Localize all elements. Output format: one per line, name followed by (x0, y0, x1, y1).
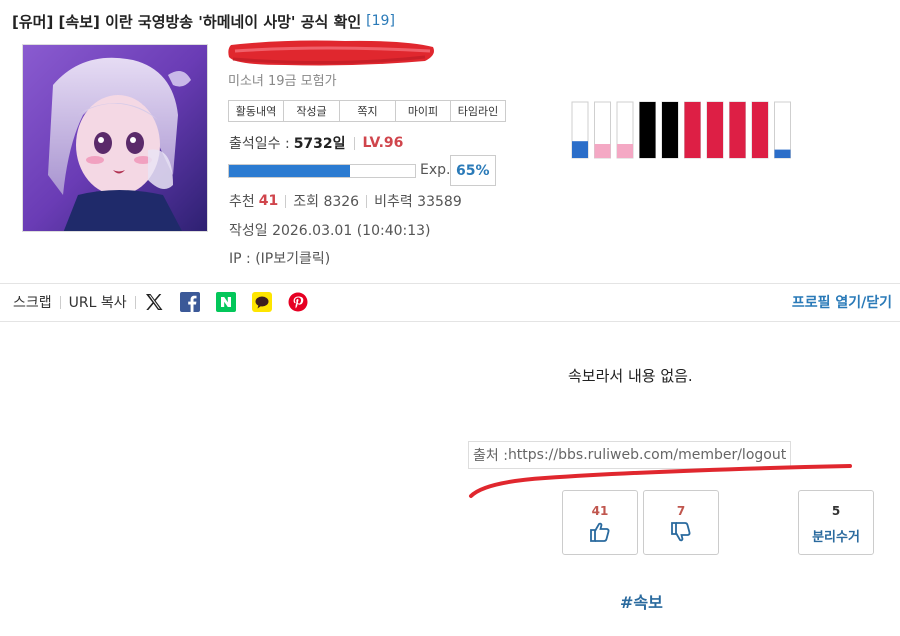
timeline-button[interactable]: 타임라인 (450, 100, 506, 122)
scrap-button[interactable]: 스크랩 (13, 292, 52, 312)
attendance-label: 출석일수 : (229, 136, 290, 152)
post-date: 작성일 2026.03.01 (10:40:13) (229, 223, 431, 239)
color-bar-fill (684, 102, 701, 158)
separate-count: 5 (831, 504, 841, 518)
ip-view-link[interactable]: IP : (IP보기클릭) (229, 248, 330, 268)
posts-button[interactable]: 작성글 (283, 100, 340, 122)
x-icon[interactable] (144, 292, 164, 312)
attendance-line: 출석일수 : 5732일 LV.96 (229, 133, 403, 153)
exp-label: Exp. (420, 162, 451, 178)
member-level: 미소녀 19금 모험가 (228, 74, 337, 89)
color-bar-fill (639, 102, 656, 158)
divider (285, 194, 287, 208)
hashtag-link[interactable]: #속보 (620, 589, 663, 613)
divider-line (0, 321, 900, 322)
separate-label: 분리수거 (812, 530, 860, 545)
message-button[interactable]: 쪽지 (339, 100, 396, 122)
color-bar-fill (662, 102, 678, 158)
thumbs-down-icon (670, 522, 692, 546)
exp-percent: 65% (450, 155, 496, 186)
color-bars-graphic (571, 101, 791, 159)
recommend-label: 추천 (229, 194, 255, 210)
profile-toggle-link[interactable]: 프로필 열기/닫기 (792, 292, 892, 312)
post-stats: 추천 41 조회 8326 비추력 33589 (229, 191, 462, 211)
divider (366, 194, 368, 208)
view-count: 조회 8326 (293, 194, 360, 210)
divider (353, 136, 355, 150)
nonrecommend-button[interactable]: 7 (643, 490, 719, 555)
exp-progress-bar (228, 164, 416, 178)
exp-progress-fill (229, 165, 350, 177)
nonrecommend-vote-count: 7 (676, 504, 686, 518)
comment-count[interactable]: [19] (366, 13, 395, 29)
color-bar-fill (572, 141, 588, 158)
post-title-bar: [유머] [속보] 이란 국영방송 '하메네이 사망' 공식 확인 [19] (12, 9, 395, 33)
recommend-count: 41 (258, 193, 279, 209)
separate-collection-button[interactable]: 5 분리수거 (798, 490, 874, 555)
share-row: 스크랩 URL 복사 (13, 290, 324, 314)
thumbs-up-icon (589, 522, 611, 546)
mypi-button[interactable]: 마이피 (395, 100, 451, 122)
profile-button-row: 활동내역 작성글 쪽지 마이피 타임라인 (228, 100, 506, 122)
recommend-vote-count: 41 (591, 504, 609, 518)
divider (134, 295, 136, 309)
nickname-redaction-scribble (228, 40, 434, 66)
attendance-days: 5732일 (293, 136, 346, 152)
level-badge: LV.96 (362, 135, 404, 151)
naver-icon[interactable] (215, 292, 236, 312)
pinterest-icon[interactable] (288, 292, 308, 312)
divider-line (0, 283, 900, 284)
recommend-button[interactable]: 41 (562, 490, 638, 555)
facebook-icon[interactable] (179, 292, 200, 312)
kakaotalk-icon[interactable] (251, 292, 272, 312)
color-bar-fill (752, 102, 768, 158)
color-bar-fill (594, 144, 611, 158)
color-bar-fill (729, 102, 746, 158)
author-avatar[interactable] (22, 44, 208, 232)
color-bar-fill (617, 144, 633, 158)
color-bar-fill (774, 149, 791, 158)
activity-button[interactable]: 활동내역 (228, 100, 284, 122)
divider (59, 295, 61, 309)
color-bar-fill (707, 102, 723, 158)
nonrec-power: 비추력 33589 (374, 194, 462, 210)
post-body-text: 속보라서 내용 없음. (568, 367, 693, 385)
copy-url-button[interactable]: URL 복사 (69, 292, 127, 312)
post-title: [유머] [속보] 이란 국영방송 '하메네이 사망' 공식 확인 (12, 12, 362, 31)
